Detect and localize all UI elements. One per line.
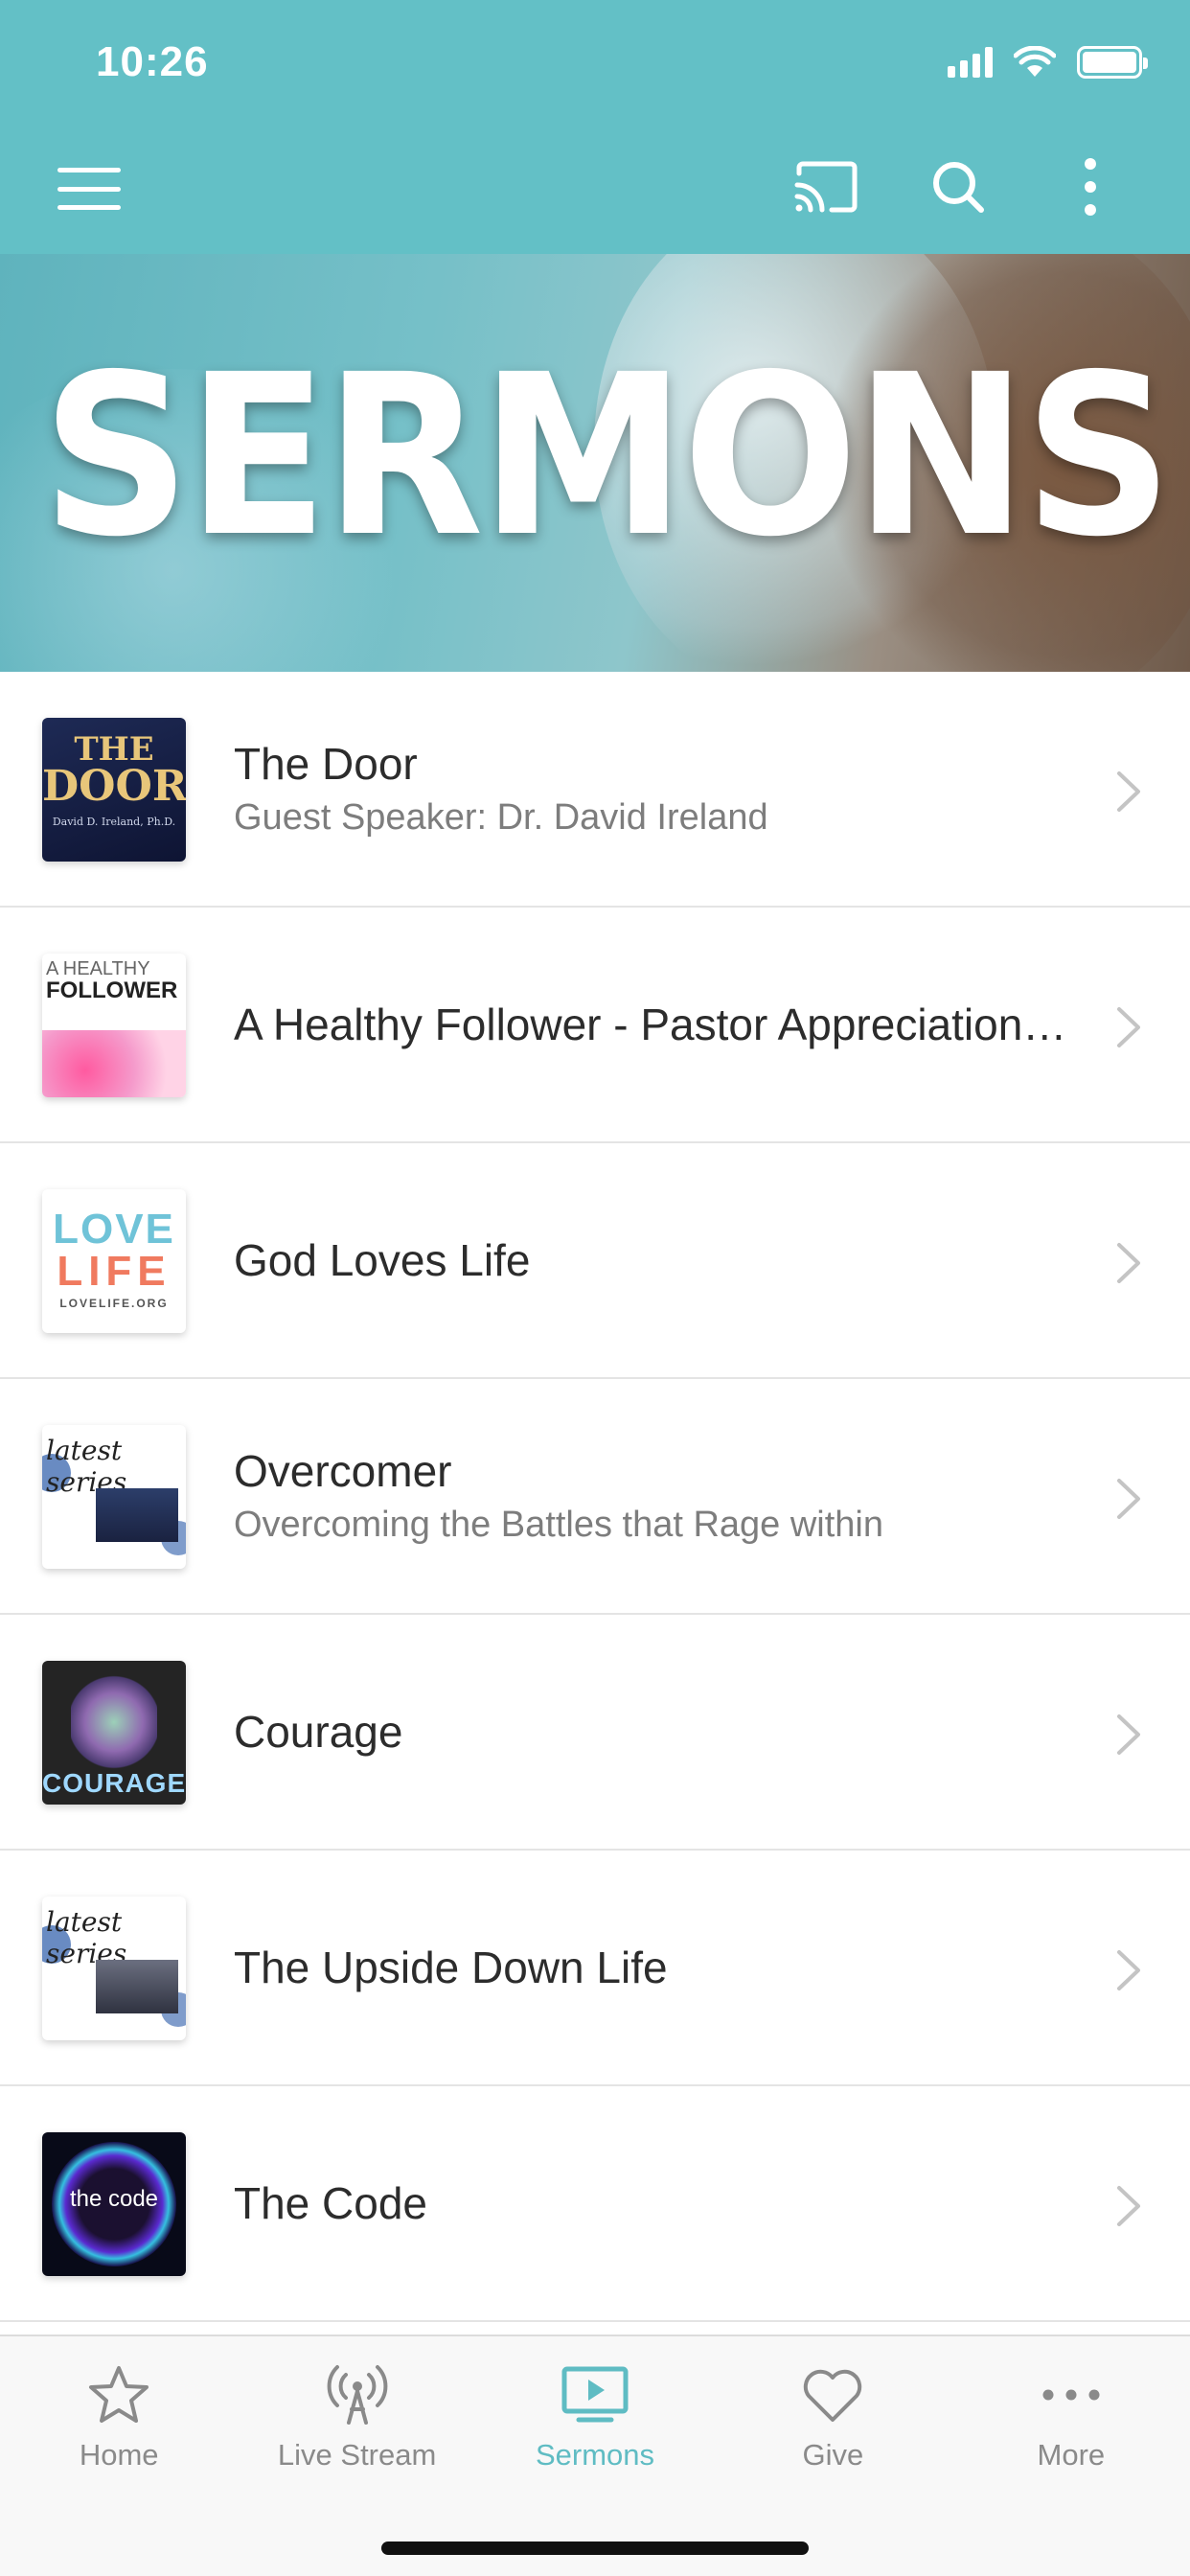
hero-title: SERMONS xyxy=(41,327,1173,586)
search-button[interactable] xyxy=(926,158,991,216)
cast-button[interactable] xyxy=(793,158,858,216)
sermon-title: The Door xyxy=(234,738,418,789)
tab-more[interactable]: More xyxy=(952,2336,1190,2499)
sermon-title: The Upside Down Life xyxy=(234,1943,668,1993)
sermon-title: Overcomer xyxy=(234,1445,452,1496)
sermon-thumbnail: COURAGE xyxy=(42,1661,186,1805)
sermon-title: Courage xyxy=(234,1707,403,1758)
sermon-thumbnail: THE DOOR David D. Ireland, Ph.D. xyxy=(42,718,186,862)
chevron-right-icon xyxy=(1117,2186,1140,2226)
chevron-right-icon xyxy=(1117,771,1140,812)
cellular-signal-icon xyxy=(948,47,993,78)
battery-icon xyxy=(1077,46,1148,79)
sermon-row[interactable]: latest series Overcomer Overcoming the B… xyxy=(0,1379,1190,1615)
more-options-button[interactable] xyxy=(1058,158,1123,216)
chevron-right-icon xyxy=(1117,1479,1140,1519)
sermon-thumbnail: latest series xyxy=(42,1897,186,2040)
status-icons xyxy=(948,46,1148,79)
sermon-thumbnail: LOVE LIFE LOVELIFE.ORG xyxy=(42,1189,186,1333)
cast-icon xyxy=(794,161,858,213)
sermon-list: THE DOOR David D. Ireland, Ph.D. The Doo… xyxy=(0,672,1190,2322)
home-indicator[interactable] xyxy=(381,2542,809,2555)
chevron-right-icon xyxy=(1117,1714,1140,1755)
broadcast-icon xyxy=(327,2365,387,2425)
sermon-title: The Code xyxy=(234,2178,428,2229)
tab-live-stream[interactable]: Live Stream xyxy=(238,2336,475,2499)
heart-icon xyxy=(804,2369,862,2422)
sermon-row[interactable]: LOVE LIFE LOVELIFE.ORG God Loves Life xyxy=(0,1143,1190,1379)
sermon-row[interactable]: COURAGE Courage xyxy=(0,1615,1190,1851)
hero-banner: SERMONS xyxy=(0,254,1190,672)
sermon-row[interactable]: A HEALTHY FOLLOWER A Healthy Follower - … xyxy=(0,908,1190,1143)
sermon-thumbnail: the code xyxy=(42,2132,186,2276)
menu-button[interactable] xyxy=(57,168,121,210)
tab-home[interactable]: Home xyxy=(0,2336,238,2499)
sermon-row[interactable]: latest series The Upside Down Life xyxy=(0,1851,1190,2086)
sermon-title: A Healthy Follower - Pastor Appreciation… xyxy=(234,1000,1075,1050)
star-icon xyxy=(89,2366,149,2423)
sermon-row[interactable]: the code The Code xyxy=(0,2086,1190,2322)
sermon-row[interactable]: THE DOOR David D. Ireland, Ph.D. The Doo… xyxy=(0,672,1190,908)
more-vertical-icon xyxy=(1085,158,1096,216)
sermon-thumbnail: A HEALTHY FOLLOWER xyxy=(42,954,186,1097)
search-icon xyxy=(933,162,984,213)
tab-sermons[interactable]: Sermons xyxy=(476,2336,714,2499)
more-horizontal-icon xyxy=(1042,2389,1100,2401)
sermon-subtitle: Guest Speaker: Dr. David Ireland xyxy=(234,797,768,839)
chevron-right-icon xyxy=(1117,1007,1140,1047)
chevron-right-icon xyxy=(1117,1950,1140,1990)
sermon-title: God Loves Life xyxy=(234,1235,531,1286)
sermon-subtitle: Overcoming the Battles that Rage within xyxy=(234,1505,884,1546)
app-header: 10:26 xyxy=(0,0,1190,254)
wifi-icon xyxy=(1014,46,1056,77)
tab-give[interactable]: Give xyxy=(714,2336,951,2499)
tv-play-icon xyxy=(561,2366,629,2423)
sermon-thumbnail: latest series xyxy=(42,1425,186,1569)
chevron-right-icon xyxy=(1117,1243,1140,1283)
status-time: 10:26 xyxy=(96,38,209,85)
tab-bar: Home Live Stream Sermons Give More xyxy=(0,2334,1190,2576)
